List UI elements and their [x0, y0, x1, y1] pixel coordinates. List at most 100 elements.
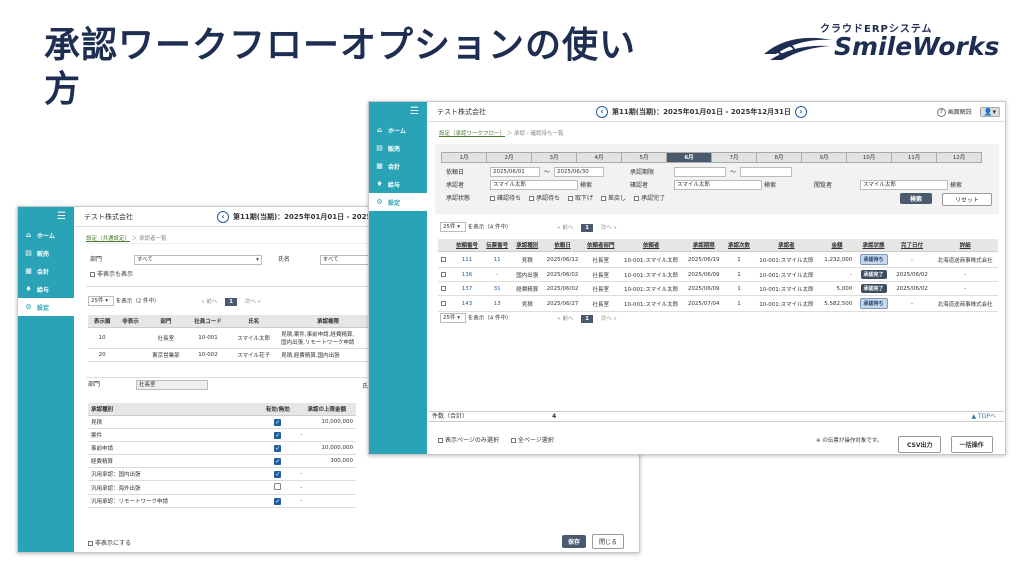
checked-icon[interactable]: ✓ — [274, 418, 282, 426]
cell-no[interactable]: 143 — [451, 295, 483, 312]
status-option[interactable]: 承認待ち — [529, 195, 560, 202]
cell-enabled[interactable]: ✓ — [258, 467, 298, 481]
status-checkbox[interactable] — [568, 196, 574, 201]
table-row[interactable]: 111 11 見積 2025/06/12 社長室 10-001:スマイル太郎 2025/06… — [438, 251, 998, 268]
column-header[interactable]: 伝票番号 — [482, 239, 513, 252]
page-size-select[interactable]: 25件 ▾ — [88, 296, 114, 306]
next-period-icon[interactable]: › — [794, 105, 807, 118]
select-all-option[interactable]: 全ページ選択 — [510, 437, 554, 444]
first-page-link[interactable]: « — [201, 299, 204, 305]
cell-limit[interactable]: - — [297, 428, 356, 442]
month-tab[interactable]: 5月 — [621, 152, 667, 163]
row-select[interactable] — [438, 251, 452, 268]
row-checkbox[interactable] — [441, 271, 447, 277]
show-hidden-checkbox[interactable] — [90, 272, 95, 277]
column-header[interactable]: 依頼者部門 — [582, 239, 619, 252]
first-page-link-bottom[interactable]: « — [557, 316, 560, 322]
cell-limit[interactable]: 300,000 — [297, 454, 356, 468]
last-page-link[interactable]: » — [257, 299, 260, 305]
confirmer-search-link[interactable]: 検索 — [764, 180, 776, 189]
row-checkbox[interactable] — [441, 285, 447, 291]
status-checkbox[interactable] — [601, 196, 607, 201]
hide-option[interactable]: 非表示にする — [88, 538, 131, 547]
row-select[interactable] — [438, 295, 452, 312]
sidebar-item-3[interactable]: ♦ 給与 — [18, 280, 74, 298]
confirmer-input[interactable]: スマイル太郎 — [674, 180, 762, 190]
cell-slip[interactable]: - — [482, 267, 513, 282]
show-hidden-option[interactable]: 非表示も表示 — [90, 269, 133, 278]
cell-slip[interactable]: 31 — [482, 281, 513, 296]
due-from-input[interactable] — [674, 167, 726, 177]
cell-limit[interactable]: 10,000,000 — [297, 415, 356, 429]
cell-no[interactable]: 111 — [451, 251, 483, 268]
status-option[interactable]: 承認完了 — [634, 195, 665, 202]
menu-icon[interactable]: ☰ — [369, 102, 427, 121]
unchecked-icon[interactable] — [274, 483, 282, 490]
status-option[interactable]: 確認待ち — [490, 195, 521, 202]
cell-no[interactable]: 136 — [451, 267, 483, 282]
current-page[interactable]: 1 — [225, 297, 237, 306]
table-row[interactable]: 143 13 見積 2025/06/27 社長室 10-001:スマイル太郎 2025/07… — [438, 295, 998, 312]
cell-status[interactable]: 承認完了 — [855, 281, 892, 296]
column-header[interactable]: 金額 — [818, 239, 856, 252]
sidebar-item-1[interactable]: ▤ 販売 — [369, 139, 427, 157]
sidebar-item-0[interactable]: ⌂ ホーム — [369, 121, 427, 139]
viewer-input[interactable]: スマイル太郎 — [860, 180, 948, 190]
cell-limit[interactable]: - — [297, 480, 356, 495]
table-row[interactable]: 136- 国内出張 2025/06/02 社長室 10-001:スマイル太郎 2025/0… — [438, 267, 998, 282]
prev-period-icon[interactable]: ‹ — [596, 105, 608, 118]
status-option[interactable]: 取下げ — [568, 195, 593, 202]
cell-enabled[interactable]: ✓ — [258, 428, 298, 442]
select-page-option[interactable]: 表示ページのみ選択 — [438, 437, 499, 444]
page-size-select-bottom[interactable]: 25件 ▾ — [440, 313, 466, 323]
cell-status[interactable]: 承認待ち — [855, 295, 892, 312]
column-header[interactable]: 依頼者 — [618, 239, 684, 252]
cell-no[interactable]: 137 — [451, 281, 483, 296]
month-tab[interactable]: 9月 — [801, 152, 847, 163]
checked-icon[interactable]: ✓ — [274, 457, 282, 465]
sidebar-item-4[interactable]: ⚙ 設定 — [369, 193, 427, 211]
cell-enabled[interactable]: ✓ — [258, 494, 298, 508]
cell-enabled[interactable] — [258, 480, 298, 495]
sidebar-item-2[interactable]: ▦ 会計 — [369, 157, 427, 175]
row-select[interactable] — [438, 281, 452, 296]
status-badge[interactable]: 承認待ち — [859, 298, 888, 309]
checked-icon[interactable]: ✓ — [274, 444, 282, 452]
row-checkbox[interactable] — [441, 300, 447, 306]
dept-select[interactable]: すべて ▾ — [133, 254, 262, 265]
help-link[interactable]: ? 画面解説 — [936, 107, 972, 117]
cell-limit[interactable]: - — [297, 494, 356, 508]
month-tab[interactable]: 7月 — [711, 152, 757, 163]
column-header[interactable]: 承認状態 — [855, 239, 892, 252]
table-row[interactable]: 137 31 経費精算 2025/06/02 社長室 10-001:スマイル太郎 2025/… — [438, 281, 998, 296]
column-header[interactable]: 承認種別 — [512, 239, 543, 252]
last-page-link-bottom[interactable]: » — [613, 316, 616, 322]
page-size-select[interactable]: 25件 ▾ — [440, 222, 466, 232]
next-page-link[interactable]: 次へ — [245, 299, 256, 305]
checked-icon[interactable]: ✓ — [274, 470, 282, 478]
column-header[interactable]: 承認期限 — [683, 239, 724, 252]
back-to-top-link[interactable]: ▲ TOPへ — [971, 412, 996, 422]
month-tab[interactable]: 12月 — [936, 152, 982, 163]
month-tab[interactable]: 10月 — [846, 152, 892, 163]
viewer-search-link[interactable]: 検索 — [950, 180, 962, 189]
column-header[interactable]: 完了日付 — [891, 239, 933, 252]
checked-icon[interactable]: ✓ — [274, 431, 282, 439]
status-option[interactable]: 差戻し — [601, 195, 626, 202]
next-page-link-bottom[interactable]: 次へ — [601, 316, 612, 322]
sidebar-item-2[interactable]: ▦ 会計 — [18, 262, 74, 280]
month-tab[interactable]: 8月 — [756, 152, 802, 163]
row-select[interactable] — [438, 267, 452, 282]
user-menu-icon[interactable]: 👤▾ — [979, 106, 1001, 117]
sidebar-item-1[interactable]: ▤ 販売 — [18, 244, 74, 262]
cell-limit[interactable]: - — [297, 467, 356, 481]
month-tab[interactable]: 2月 — [486, 152, 532, 163]
next-page-link[interactable]: 次へ — [601, 225, 612, 231]
column-header[interactable]: 依頼番号 — [451, 239, 483, 252]
close-button[interactable]: 閉じる — [591, 534, 624, 549]
month-tab[interactable]: 3月 — [531, 152, 577, 163]
approver-input[interactable]: スマイル太郎 — [490, 180, 578, 190]
status-checkbox[interactable] — [529, 196, 535, 201]
prev-page-link-bottom[interactable]: 前へ — [562, 316, 573, 322]
sidebar-item-3[interactable]: ♦ 給与 — [369, 175, 427, 193]
